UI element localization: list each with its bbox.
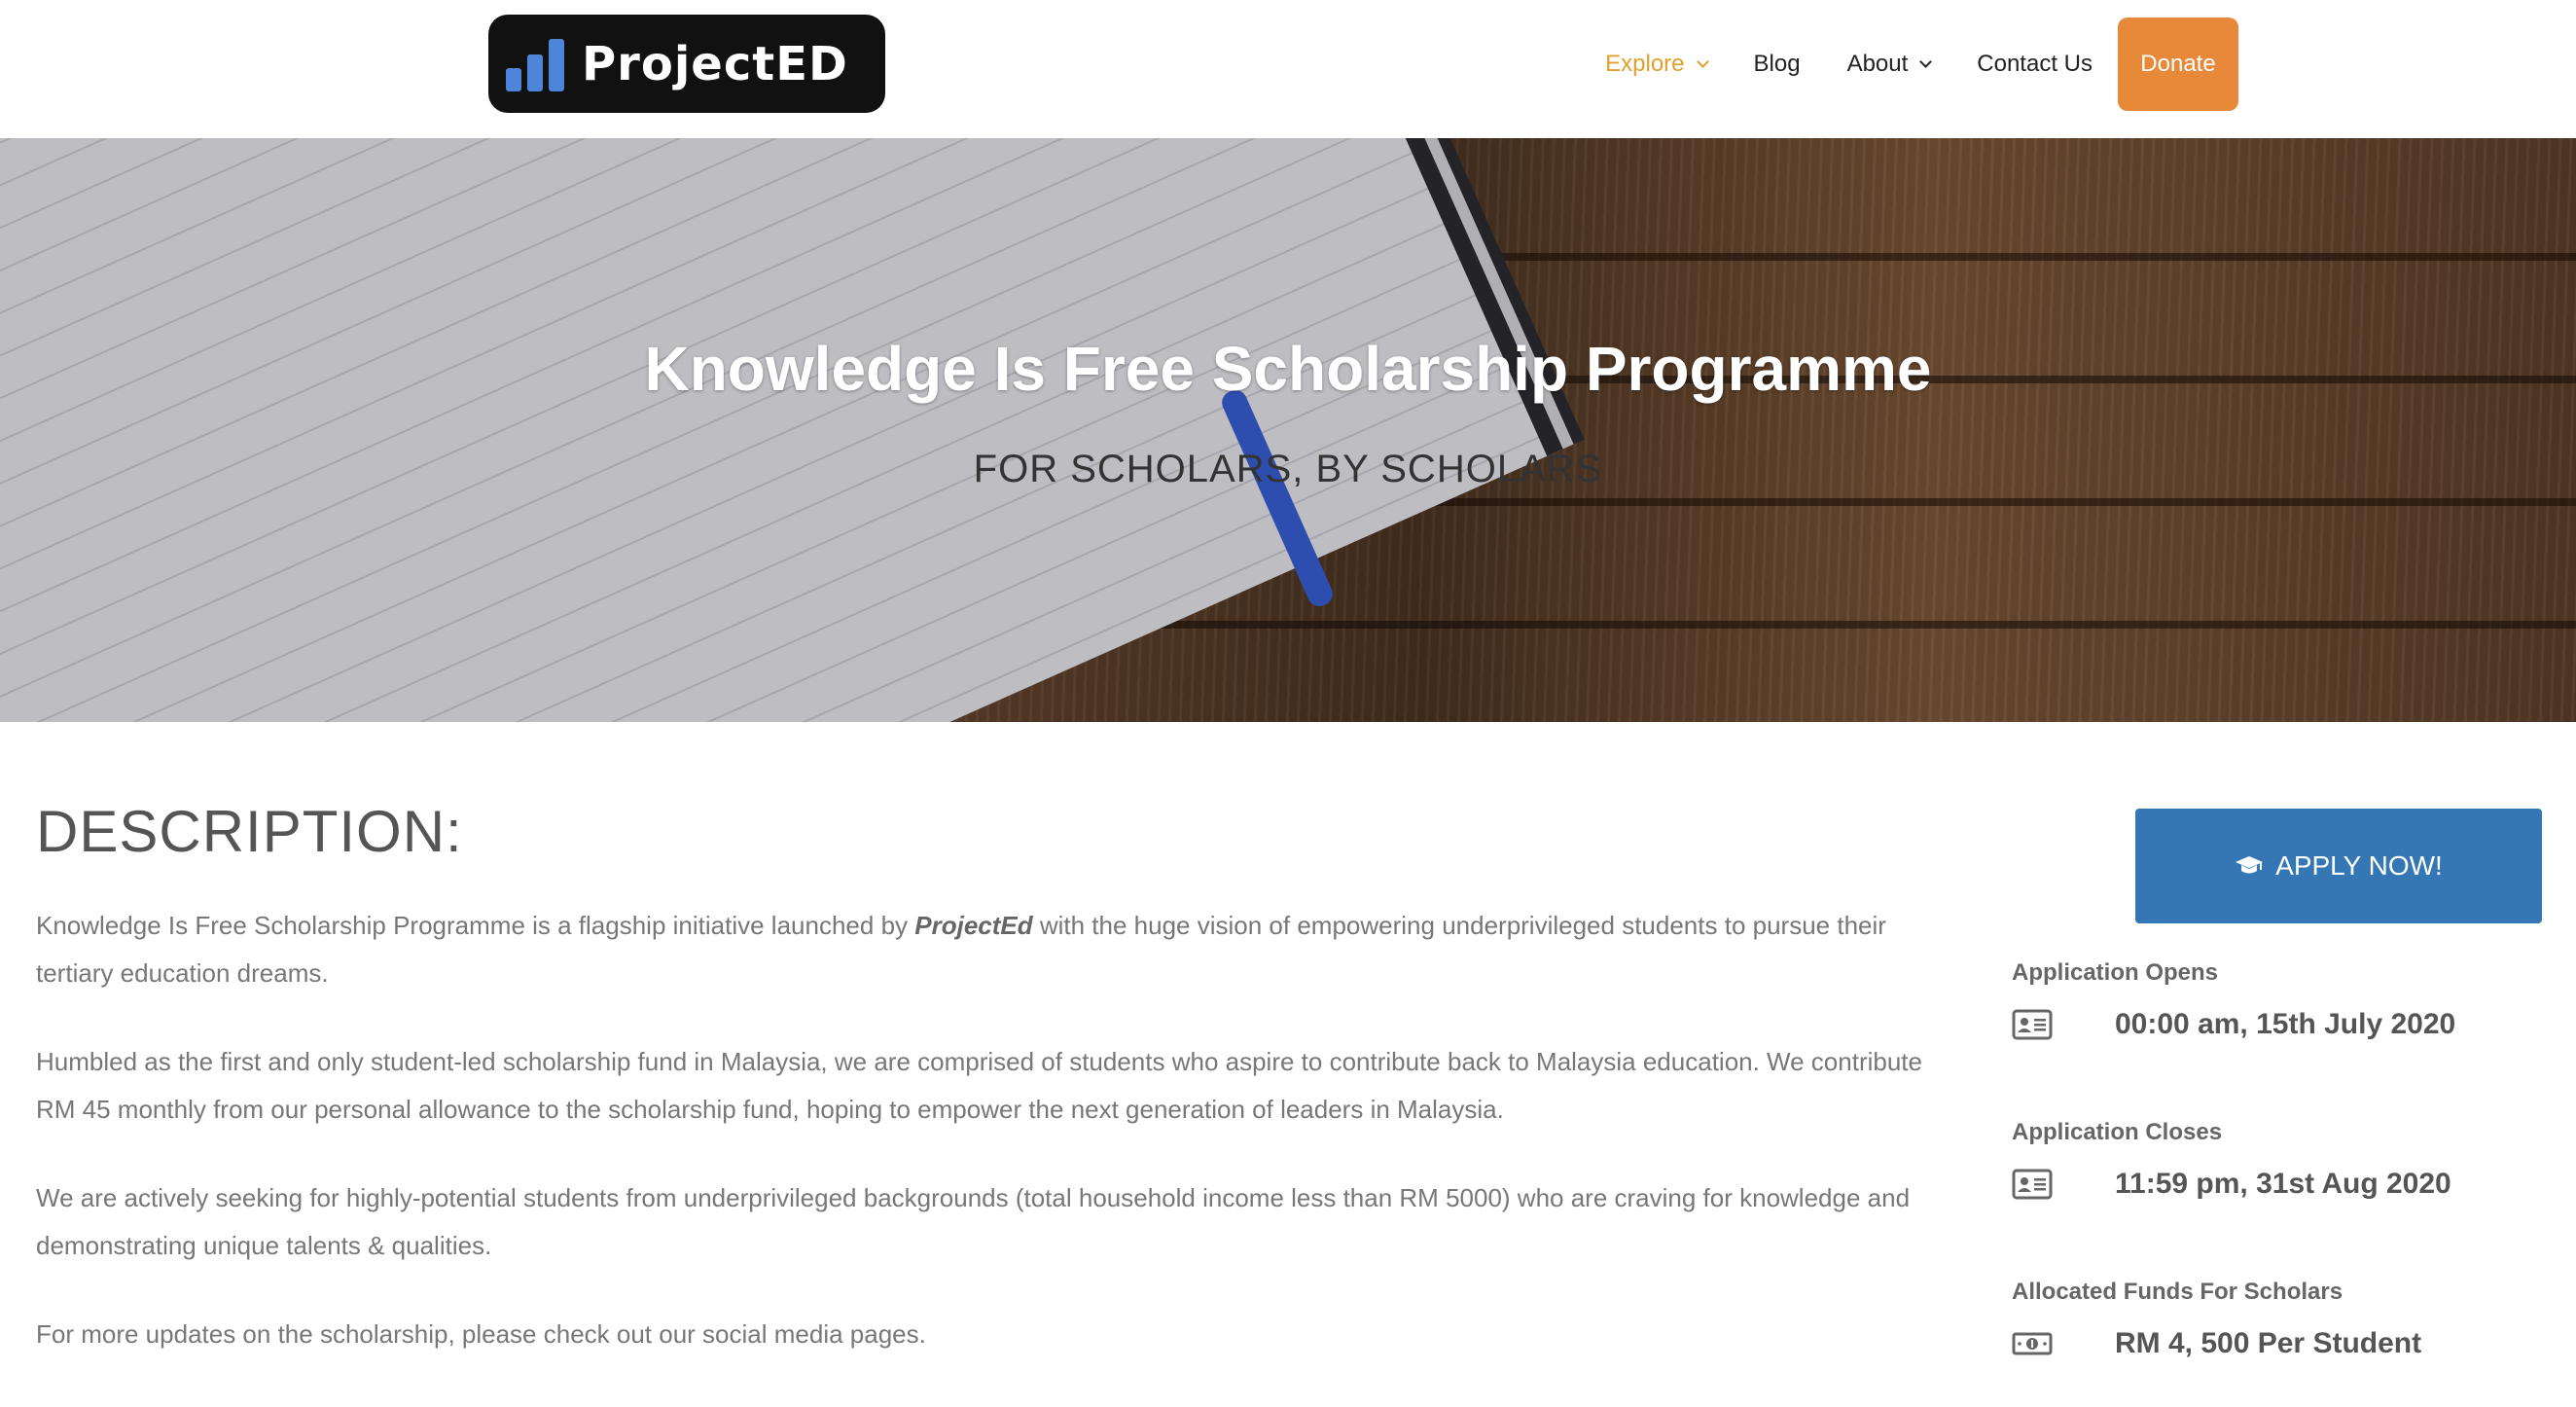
id-card-icon (2012, 1009, 2053, 1040)
info-application-opens: Application Opens 00:00 am, 15th July 20… (2012, 959, 2557, 1041)
nav-label-explore: Explore (1605, 51, 1685, 77)
money-bill-icon (2012, 1332, 2053, 1355)
logo-bars-icon (506, 37, 564, 91)
hero-overlay (0, 138, 2576, 722)
nav-item-explore[interactable]: Explore (1605, 51, 1709, 78)
nav-label-about: About (1846, 51, 1909, 77)
info-value: 00:00 am, 15th July 2020 (2115, 1008, 2456, 1040)
description-paragraph: Humbled as the first and only student-le… (36, 1047, 1922, 1124)
chevron-down-icon (1696, 54, 1709, 68)
info-allocated-funds: Allocated Funds For Scholars RM 4, 500 P… (2012, 1279, 2557, 1360)
hero-subtitle: FOR SCHOLARS, BY SCHOLARS (973, 448, 1603, 490)
id-card-icon (2012, 1169, 2053, 1200)
donate-button[interactable]: Donate (2118, 18, 2238, 111)
apply-now-label: APPLY NOW! (2275, 850, 2443, 881)
main-nav: Explore Blog About Contact Us Donate (1558, 18, 2238, 111)
nav-label-blog: Blog (1753, 51, 1801, 77)
hero-banner: Knowledge Is Free Scholarship Programme … (0, 138, 2576, 722)
info-label: Application Opens (2012, 959, 2219, 986)
info-row: RM 4, 500 Per Student (2012, 1327, 2557, 1360)
apply-now-button[interactable]: APPLY NOW! (2135, 809, 2542, 923)
graduation-cap-icon (2236, 856, 2264, 874)
brand-name: ProjectEd (914, 911, 1033, 940)
info-row: 00:00 am, 15th July 2020 (2012, 1008, 2557, 1041)
hero-title: Knowledge Is Free Scholarship Programme (644, 334, 1932, 404)
info-row: 11:59 pm, 31st Aug 2020 (2012, 1168, 2557, 1201)
info-label: Application Closes (2012, 1119, 2223, 1145)
description-paragraph: Knowledge Is Free Scholarship Programme … (36, 902, 1957, 997)
info-value: 11:59 pm, 31st Aug 2020 (2115, 1168, 2451, 1200)
nav-item-blog[interactable]: Blog (1754, 51, 1801, 78)
description-section: DESCRIPTION: Knowledge Is Free Scholarsh… (36, 798, 1957, 1399)
info-label: Allocated Funds For Scholars (2012, 1279, 2343, 1305)
description-paragraph: For more updates on the scholarship, ple… (36, 1319, 926, 1349)
description-heading: DESCRIPTION: (36, 799, 463, 864)
nav-item-about[interactable]: About (1846, 51, 1933, 78)
description-paragraph: We are actively seeking for highly-poten… (36, 1183, 1911, 1260)
nav-item-contact[interactable]: Contact Us (1977, 51, 2093, 78)
info-application-closes: Application Closes 11:59 pm, 31st Aug 20… (2012, 1119, 2557, 1201)
p1-text-before: Knowledge Is Free Scholarship Programme … (36, 911, 915, 940)
logo-text: ProjectED (582, 36, 848, 91)
info-value: RM 4, 500 Per Student (2115, 1327, 2422, 1359)
nav-label-contact: Contact Us (1977, 51, 2093, 77)
chevron-down-icon (1919, 54, 1933, 68)
site-logo[interactable]: ProjectED (488, 15, 885, 113)
site-header: ProjectED Explore Blog About Contact Us … (0, 0, 2576, 138)
